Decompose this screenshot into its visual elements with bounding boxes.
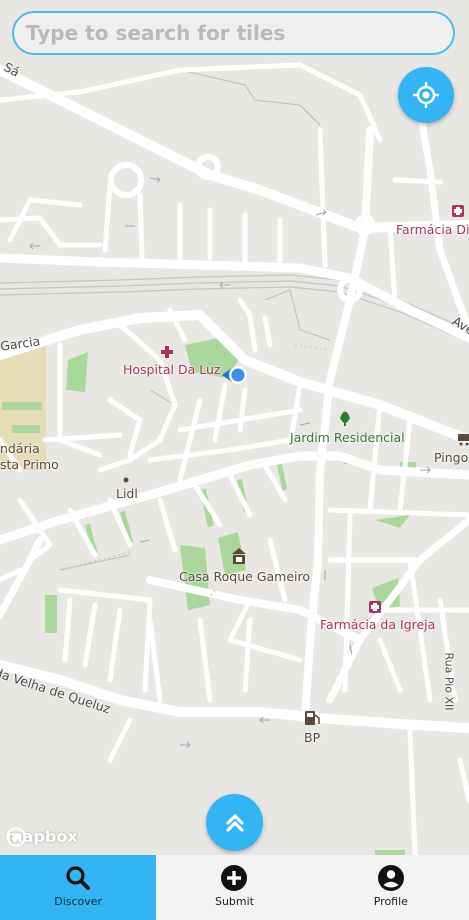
expand-panel-button[interactable] <box>206 794 263 851</box>
nav-item-submit[interactable]: Submit <box>156 855 312 920</box>
map-view[interactable]: Sá Farmácia Dia Ave Garcia Hospital Da L… <box>0 0 469 855</box>
map-label-museum: Casa Roque Gameiro <box>179 569 311 584</box>
map-label-shop: Lidl <box>116 486 138 501</box>
map-label-shop: Pingo <box>434 450 469 465</box>
bottom-navigation: Discover Submit Profile <box>0 855 469 920</box>
map-label-hospital: Hospital Da Luz <box>123 362 221 377</box>
double-chevron-up-icon <box>225 813 244 832</box>
map-label-pharmacy: Farmácia Dia <box>396 222 469 237</box>
map-label-pharmacy: Farmácia da Igreja <box>320 617 436 632</box>
pharmacy-icon <box>369 601 381 613</box>
crosshair-gps-icon <box>413 82 439 108</box>
pharmacy-icon <box>452 205 464 217</box>
locate-me-button[interactable] <box>398 67 454 123</box>
nav-item-profile[interactable]: Profile <box>313 855 469 920</box>
map-label-school: sta Primo <box>0 457 59 472</box>
nav-item-label: Discover <box>54 895 103 908</box>
search-input[interactable] <box>12 11 455 55</box>
search-icon <box>66 866 91 890</box>
map-canvas <box>0 0 469 855</box>
account-circle-icon <box>377 865 404 891</box>
nav-item-discover[interactable]: Discover <box>0 855 157 920</box>
mapbox-logo-icon <box>6 827 26 847</box>
map-label-street: Rua Pio XII <box>442 652 456 711</box>
shop-icon <box>123 477 129 483</box>
nav-item-label: Submit <box>214 895 254 908</box>
map-label-school: ndária <box>0 441 40 456</box>
map-label-garden: Jardim Residencial <box>290 430 405 445</box>
nav-item-label: Profile <box>373 895 408 908</box>
map-label-fuel: BP <box>304 730 321 745</box>
plus-circle-icon <box>221 865 248 891</box>
mapbox-attribution[interactable]: mapbox <box>6 827 78 847</box>
